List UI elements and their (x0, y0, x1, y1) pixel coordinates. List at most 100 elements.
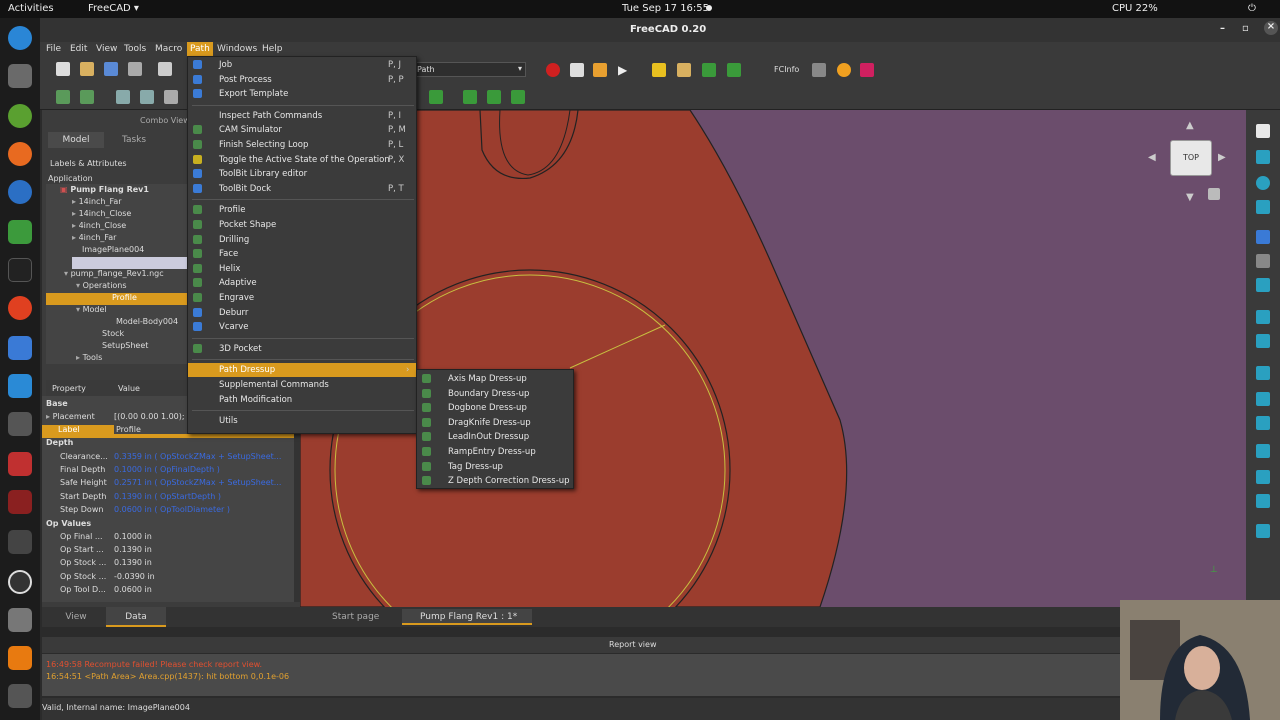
tab-start-page[interactable]: Start page (312, 609, 402, 625)
export-icon[interactable] (702, 63, 716, 77)
view-rear-icon[interactable] (1256, 366, 1270, 380)
menu-macro[interactable]: Macro (155, 44, 182, 54)
nav-right-arrow-icon[interactable]: ▶ (1218, 152, 1226, 163)
path-menu-item[interactable]: 3D Pocket (188, 342, 416, 356)
tab-pump-flang[interactable]: Pump Flang Rev1 : 1* (402, 609, 532, 625)
view-front-icon[interactable] (1256, 278, 1270, 292)
tab-tasks[interactable]: Tasks (106, 132, 162, 148)
view-isometric-icon[interactable] (1256, 124, 1270, 138)
edit-macro-icon[interactable] (593, 63, 607, 77)
show-apps-icon[interactable] (8, 684, 32, 708)
navigation-cube[interactable]: TOP (1170, 140, 1212, 176)
path-stack-icon[interactable] (487, 90, 501, 104)
view-left-icon[interactable] (1256, 416, 1270, 430)
view-bottom-icon[interactable] (1256, 392, 1270, 406)
terminal-icon[interactable] (8, 258, 32, 282)
menu-tools[interactable]: Tools (124, 44, 146, 54)
keyboard-icon[interactable] (812, 63, 826, 77)
property-row[interactable]: Op Tool D... 0.0600 in (46, 585, 296, 598)
path-menu-item[interactable]: Utils (188, 414, 416, 428)
arrow-left-icon[interactable] (1256, 230, 1270, 244)
fit-selection-icon[interactable] (140, 90, 154, 104)
dressup-menu-item[interactable]: Dogbone Dress-up (417, 401, 573, 415)
tab-view[interactable]: View (46, 607, 106, 627)
save-icon[interactable] (104, 62, 118, 76)
addon-icon[interactable] (837, 63, 851, 77)
vlc-icon[interactable] (8, 646, 32, 670)
app-menu[interactable]: FreeCAD ▾ (88, 3, 139, 14)
menu-edit[interactable]: Edit (70, 44, 87, 54)
property-row[interactable]: Op Stock ... -0.0390 in (46, 572, 296, 585)
firefox-icon[interactable] (8, 142, 32, 166)
path-menu-item[interactable]: Engrave (188, 291, 416, 305)
path-menu-item[interactable]: Adaptive (188, 276, 416, 290)
path-menu-item[interactable]: Vcarve (188, 320, 416, 334)
path-menu-item[interactable]: Path Dressup › (188, 363, 416, 378)
print-icon[interactable] (128, 62, 142, 76)
view-menu-icon[interactable] (1208, 188, 1220, 200)
settings-icon[interactable] (8, 530, 32, 554)
dressup-menu-item[interactable]: Boundary Dress-up (417, 387, 573, 401)
workbench-selector[interactable]: Path ▾ (412, 62, 526, 77)
power-icon[interactable]: ⏻ (1248, 3, 1256, 14)
path-menu-item[interactable]: ToolBit Library editor (188, 167, 416, 181)
fit-all-icon[interactable] (116, 90, 130, 104)
tree-item-profile[interactable]: Profile (46, 293, 192, 305)
rotate-icon[interactable] (1256, 176, 1270, 190)
files-icon[interactable] (8, 64, 32, 88)
tree-item-editing[interactable] (72, 257, 192, 269)
path-menu-item[interactable]: Export Template (188, 87, 416, 101)
path-menu-item[interactable]: Finish Selecting Loop P, L (188, 138, 416, 152)
clock[interactable]: Tue Sep 17 16:55 (622, 3, 709, 14)
app-launcher-icon[interactable] (8, 26, 32, 50)
cut-icon[interactable] (158, 62, 172, 76)
calculator-icon[interactable] (8, 412, 32, 436)
tool-icon[interactable] (860, 63, 874, 77)
project-icon[interactable] (8, 490, 32, 514)
freecad-icon[interactable] (8, 296, 32, 320)
minimize-button[interactable]: – (1220, 23, 1225, 34)
dressup-menu-item[interactable]: RampEntry Dress-up (417, 445, 573, 459)
workbench-icon[interactable] (56, 90, 70, 104)
measure-icon[interactable] (1256, 444, 1270, 458)
tab-data[interactable]: Data (106, 607, 166, 627)
import-icon[interactable] (727, 63, 741, 77)
path-simulate-icon[interactable] (511, 90, 525, 104)
path-dressup-icon[interactable] (463, 90, 477, 104)
section-icon[interactable] (1256, 470, 1270, 484)
path-menu-item[interactable]: Job P, J (188, 58, 416, 72)
fcinfo-button[interactable]: FCInfo (774, 65, 799, 74)
python-icon[interactable] (652, 63, 666, 77)
gimp-icon[interactable] (8, 104, 32, 128)
arrow-right-icon[interactable] (1256, 254, 1270, 268)
nav-left-arrow-icon[interactable]: ◀ (1148, 152, 1156, 163)
draw-style-icon[interactable] (164, 90, 178, 104)
menu-file[interactable]: File (46, 44, 61, 54)
path-menu-item[interactable]: Helix (188, 262, 416, 276)
stop-macro-icon[interactable] (570, 63, 584, 77)
dressup-menu-item[interactable]: LeadInOut Dressup (417, 430, 573, 444)
obs-icon[interactable] (8, 570, 32, 594)
path-menu-item[interactable]: Pocket Shape (188, 218, 416, 232)
tab-model[interactable]: Model (48, 132, 104, 148)
menu-windows[interactable]: Windows (217, 44, 257, 54)
path-menu-item[interactable]: Supplemental Commands (188, 378, 416, 392)
path-menu-item[interactable]: Post Process P, P (188, 73, 416, 87)
path-menu-item[interactable]: Path Modification (188, 393, 416, 407)
property-row[interactable]: Op Final ... 0.1000 in (46, 532, 296, 545)
view-icon[interactable] (80, 90, 94, 104)
nav-up-arrow-icon[interactable]: ▲ (1186, 120, 1194, 131)
nav-down-arrow-icon[interactable]: ▼ (1186, 192, 1194, 203)
path-menu-item[interactable]: ToolBit Dock P, T (188, 182, 416, 196)
spreadsheet-icon[interactable] (8, 220, 32, 244)
zoom-icon[interactable] (1256, 150, 1270, 164)
path-menu-item[interactable]: Profile (188, 203, 416, 217)
report-view[interactable]: 16:49:58 Recompute failed! Please check … (42, 654, 1280, 696)
path-menu-item[interactable]: CAM Simulator P, M (188, 123, 416, 137)
dressup-menu-item[interactable]: Z Depth Correction Dress-up (417, 474, 573, 488)
close-button[interactable]: × (1264, 21, 1278, 35)
path-menu-item[interactable]: Drilling (188, 233, 416, 247)
3d-viewport[interactable]: TOP ◀ ▶ ▲ ▼ ⊥ (300, 110, 1246, 607)
property-row[interactable]: Op Start ... 0.1390 in (46, 545, 296, 558)
maximize-button[interactable]: ▫ (1242, 23, 1249, 34)
